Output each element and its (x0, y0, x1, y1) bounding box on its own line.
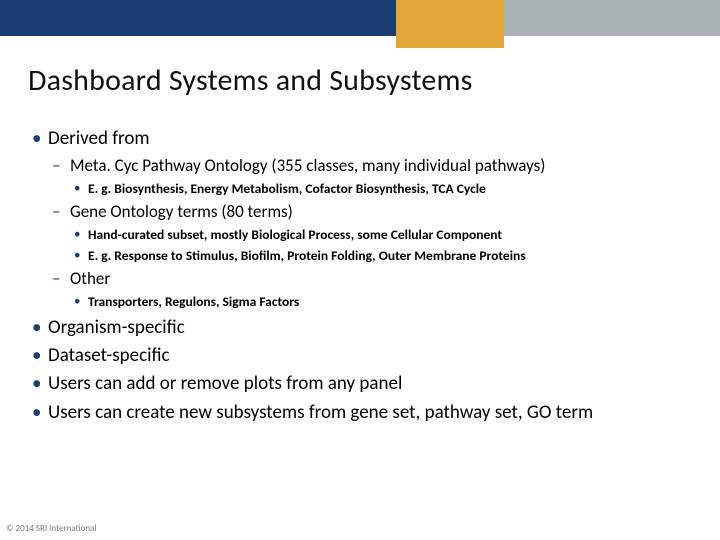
bullet-item: E. g. Biosynthesis, Energy Metabolism, C… (70, 180, 692, 199)
bullet-text: Gene Ontology terms (80 terms) (70, 201, 293, 222)
bullet-sublist: Hand-curated subset, mostly Biological P… (70, 226, 692, 266)
bullet-text: Other (70, 268, 110, 289)
bullet-item: Other Transporters, Regulons, Sigma Fact… (48, 268, 692, 312)
bullet-item: E. g. Response to Stimulus, Biofilm, Pro… (70, 247, 692, 266)
bullet-sublist: Meta. Cyc Pathway Ontology (355 classes,… (48, 155, 692, 311)
bullet-text: E. g. Biosynthesis, Energy Metabolism, C… (88, 180, 486, 197)
bullet-text: Transporters, Regulons, Sigma Factors (88, 293, 299, 310)
bullet-item: Dataset-specific (28, 344, 692, 368)
bullet-sublist: E. g. Biosynthesis, Energy Metabolism, C… (70, 180, 692, 199)
bullet-text: Users can add or remove plots from any p… (48, 372, 402, 395)
copyright-footer: © 2014 SRI International (6, 523, 96, 534)
bullet-item: Transporters, Regulons, Sigma Factors (70, 293, 692, 312)
bullet-item: Hand-curated subset, mostly Biological P… (70, 226, 692, 245)
bullet-text: Meta. Cyc Pathway Ontology (355 classes,… (70, 155, 545, 176)
header-grey-block (504, 0, 720, 36)
bullet-text: Hand-curated subset, mostly Biological P… (88, 226, 502, 243)
bullet-item: Organism-specific (28, 316, 692, 340)
bullet-text: E. g. Response to Stimulus, Biofilm, Pro… (88, 247, 526, 264)
bullet-item: Users can create new subsystems from gen… (28, 401, 692, 425)
bullet-text: Users can create new subsystems from gen… (48, 401, 593, 424)
bullet-text: Dataset-specific (48, 344, 170, 367)
bullet-text: Organism-specific (48, 316, 185, 339)
bullet-item: Derived from Meta. Cyc Pathway Ontology … (28, 127, 692, 312)
header-gold-block (396, 0, 504, 48)
header-navy-block (0, 0, 396, 36)
bullet-item: Meta. Cyc Pathway Ontology (355 classes,… (48, 155, 692, 199)
header-bar (0, 0, 720, 36)
bullet-text: Derived from (48, 127, 150, 150)
bullet-sublist: Transporters, Regulons, Sigma Factors (70, 293, 692, 312)
slide-title: Dashboard Systems and Subsystems (28, 62, 692, 99)
bullet-item: Gene Ontology terms (80 terms) Hand-cura… (48, 201, 692, 266)
bullet-item: Users can add or remove plots from any p… (28, 372, 692, 396)
bullet-list: Derived from Meta. Cyc Pathway Ontology … (28, 127, 692, 425)
slide-content: Dashboard Systems and Subsystems Derived… (0, 36, 720, 425)
